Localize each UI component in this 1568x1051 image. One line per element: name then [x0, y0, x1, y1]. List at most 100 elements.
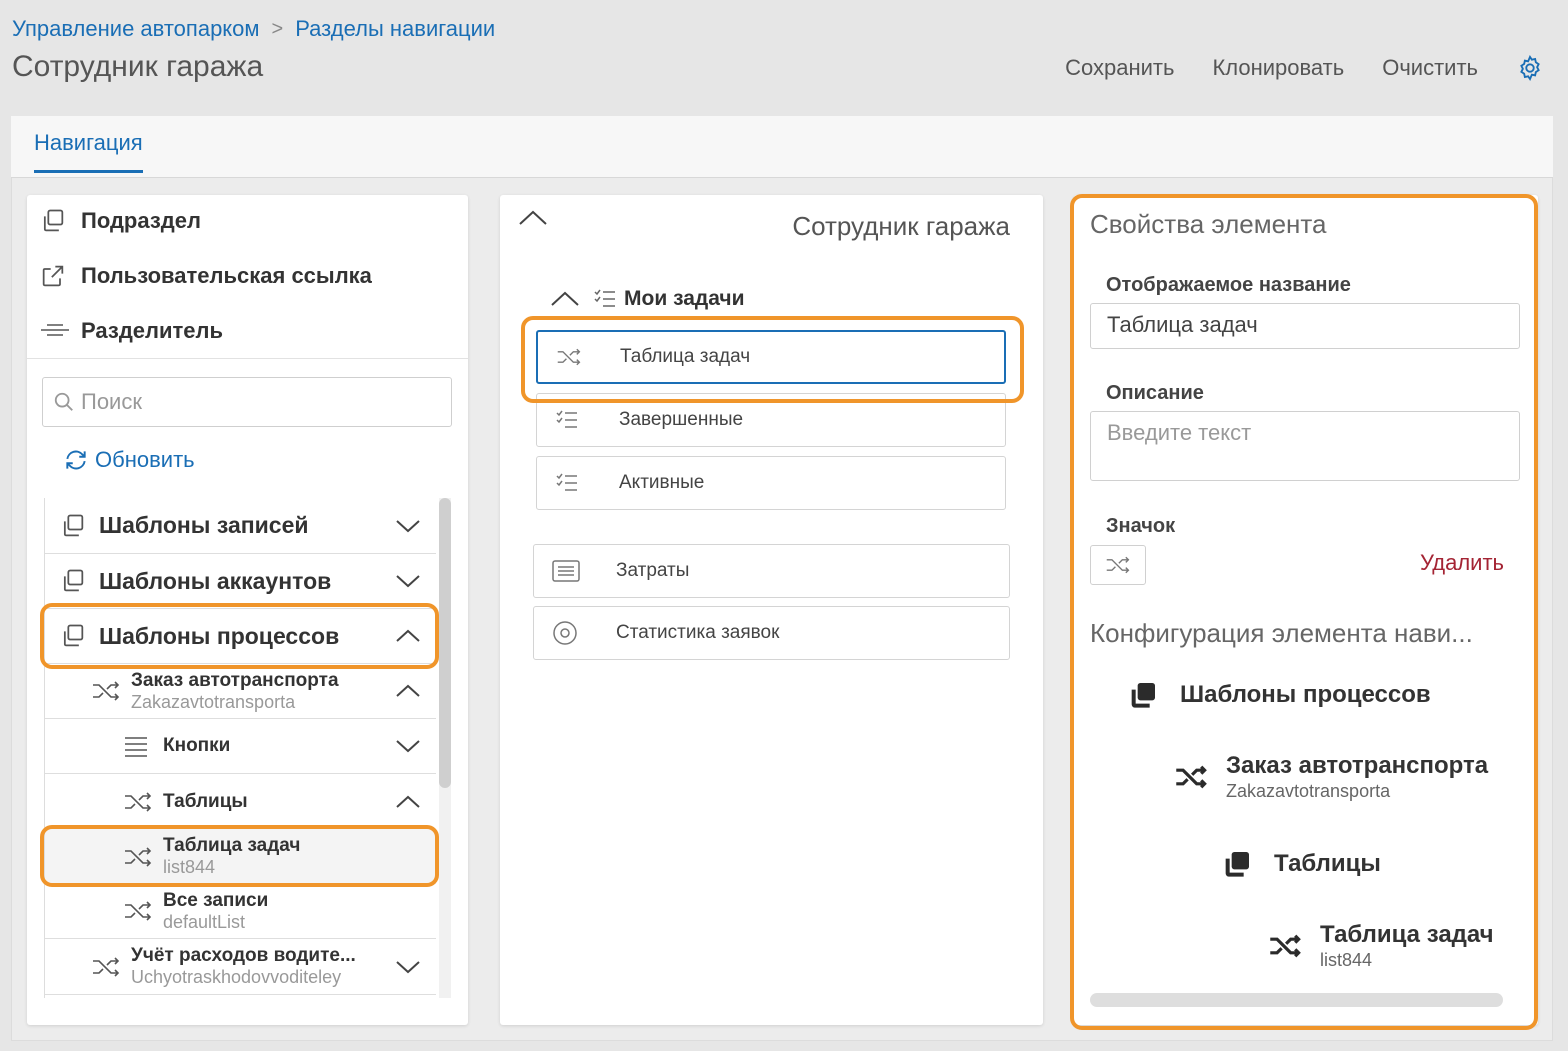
tree-item-tables[interactable]: Таблицы	[45, 774, 436, 829]
copy-filled-icon	[1220, 848, 1254, 880]
checklist-icon	[555, 410, 585, 430]
tool-custom-link[interactable]: Пользовательская ссылка	[39, 262, 372, 290]
chevron-down-icon[interactable]	[395, 573, 421, 589]
tree-item-code: Uchyotraskhodovvoditeley	[131, 967, 342, 988]
save-button[interactable]: Сохранить	[1065, 55, 1174, 81]
target-icon	[552, 620, 582, 646]
copy-icon	[59, 567, 87, 595]
search-placeholder: Поиск	[81, 389, 142, 414]
copy-icon	[39, 207, 71, 235]
display-name-input[interactable]: Таблица задач	[1090, 303, 1520, 349]
delete-icon-button[interactable]: Удалить	[1420, 550, 1504, 576]
copy-filled-icon	[1126, 679, 1160, 711]
tree-item-process-templates[interactable]: Шаблоны процессов	[45, 609, 436, 664]
nav-item-costs[interactable]: Затраты	[533, 544, 1010, 598]
description-label: Описание	[1106, 382, 1204, 404]
nav-item-completed[interactable]: Завершенные	[536, 393, 1006, 447]
tree-item-buttons[interactable]: Кнопки	[45, 719, 436, 774]
external-link-icon	[39, 262, 71, 290]
group-my-tasks[interactable]: Мои задачи	[550, 287, 745, 311]
config-level-process-templates: Шаблоны процессов	[1126, 679, 1431, 711]
tree-item-label: Все записи	[163, 889, 269, 911]
templates-tree: Шаблоны записей Шаблоны аккаунтов Шаблон…	[44, 498, 436, 998]
tool-separator-label: Разделитель	[81, 318, 224, 343]
chevron-up-icon[interactable]	[395, 628, 421, 644]
nav-item-task-table[interactable]: Таблица задач	[536, 330, 1006, 384]
tree-item-transport-order[interactable]: Заказ автотранспорта Zakazavtotransporta	[45, 664, 436, 719]
nav-item-request-stats[interactable]: Статистика заявок	[533, 606, 1010, 660]
breadcrumb-separator: >	[271, 17, 284, 40]
checklist-icon	[594, 289, 616, 309]
config-label: Таблица задач	[1320, 921, 1494, 948]
shuffle-icon	[123, 790, 153, 814]
shuffle-icon	[1105, 554, 1131, 576]
icon-label: Значок	[1106, 515, 1176, 537]
chevron-up-icon[interactable]	[395, 794, 421, 810]
tree-item-label: Таблица задач	[163, 835, 301, 857]
tool-separator[interactable]: Разделитель	[39, 317, 223, 345]
tree-item-all-records[interactable]: Все записи defaultList	[45, 884, 436, 939]
search-icon	[53, 391, 75, 413]
gear-icon[interactable]	[1516, 54, 1544, 82]
icon-picker[interactable]	[1090, 545, 1146, 585]
shuffle-icon	[1174, 763, 1208, 791]
nav-item-label: Статистика заявок	[616, 622, 780, 643]
list-icon	[123, 735, 149, 757]
chevron-up-icon[interactable]	[550, 290, 580, 308]
tree-item-label: Шаблоны записей	[99, 512, 309, 538]
chevron-down-icon[interactable]	[395, 738, 421, 754]
checklist-icon	[555, 473, 585, 493]
header-actions: Сохранить Клонировать Очистить	[1065, 54, 1544, 82]
chevron-up-icon[interactable]	[518, 209, 548, 227]
tree-item-account-templates[interactable]: Шаблоны аккаунтов	[45, 554, 436, 609]
navigation-preview-panel: Сотрудник гаража Мои задачи Таблица зада…	[500, 195, 1043, 1025]
chevron-up-icon[interactable]	[395, 683, 421, 699]
tab-navigation[interactable]: Навигация	[34, 130, 143, 173]
config-title: Конфигурация элемента нави...	[1090, 618, 1473, 648]
tree-scrollbar-thumb[interactable]	[439, 498, 451, 788]
tree-item-label: Заказ автотранспорта	[131, 669, 339, 691]
config-label: Шаблоны процессов	[1180, 681, 1431, 708]
tool-subsection[interactable]: Подраздел	[39, 207, 201, 235]
chevron-down-icon[interactable]	[395, 959, 421, 975]
list-box-icon	[552, 560, 582, 582]
toolbox-panel: Подраздел Пользовательская ссылка Раздел…	[27, 195, 468, 1025]
nav-item-label: Завершенные	[619, 409, 744, 430]
clone-button[interactable]: Клонировать	[1212, 55, 1344, 81]
tree-item-label: Шаблоны аккаунтов	[99, 567, 332, 594]
search-input[interactable]: Поиск	[42, 377, 452, 427]
config-level-tables: Таблицы	[1220, 848, 1381, 880]
navigation-title: Сотрудник гаража	[792, 211, 1010, 241]
tree-item-task-table[interactable]: Таблица задач list844	[45, 829, 436, 884]
shuffle-icon	[1268, 932, 1302, 960]
description-input[interactable]: Введите текст	[1090, 411, 1520, 481]
tree-item-label: Шаблоны процессов	[99, 622, 340, 649]
refresh-button[interactable]: Обновить	[63, 447, 195, 473]
tool-subsection-label: Подраздел	[81, 208, 201, 233]
display-name-label: Отображаемое название	[1106, 274, 1351, 296]
clear-button[interactable]: Очистить	[1382, 55, 1478, 81]
tree-item-label: Учёт расходов водите...	[131, 945, 356, 967]
shuffle-icon	[123, 899, 153, 923]
nav-item-label: Активные	[619, 472, 705, 493]
refresh-icon	[63, 447, 89, 473]
tree-item-record-templates[interactable]: Шаблоны записей	[45, 498, 436, 554]
breadcrumb: Управление автопарком > Разделы навигаци…	[12, 16, 495, 42]
tree-item-code: defaultList	[163, 911, 246, 932]
tree-item-label: Кнопки	[163, 735, 231, 756]
shuffle-icon	[91, 679, 121, 703]
nav-item-label: Таблица задач	[620, 346, 751, 367]
tree-item-driver-expenses[interactable]: Учёт расходов водите... Uchyotraskhodovv…	[45, 939, 436, 995]
chevron-down-icon[interactable]	[395, 518, 421, 534]
nav-item-active[interactable]: Активные	[536, 456, 1006, 510]
breadcrumb-current-link[interactable]: Разделы навигации	[295, 16, 495, 42]
config-label: Заказ автотранспорта	[1226, 752, 1489, 779]
tree-item-code: list844	[163, 857, 216, 878]
config-level-task-table: Таблица задач list844	[1268, 921, 1494, 971]
element-properties-panel: Свойства элемента Отображаемое название …	[1074, 195, 1538, 1025]
shuffle-icon	[91, 955, 121, 979]
copy-icon	[59, 622, 87, 650]
config-horizontal-scrollbar[interactable]	[1090, 993, 1503, 1007]
breadcrumb-parent-link[interactable]: Управление автопарком	[12, 16, 260, 42]
shuffle-icon	[556, 346, 586, 368]
